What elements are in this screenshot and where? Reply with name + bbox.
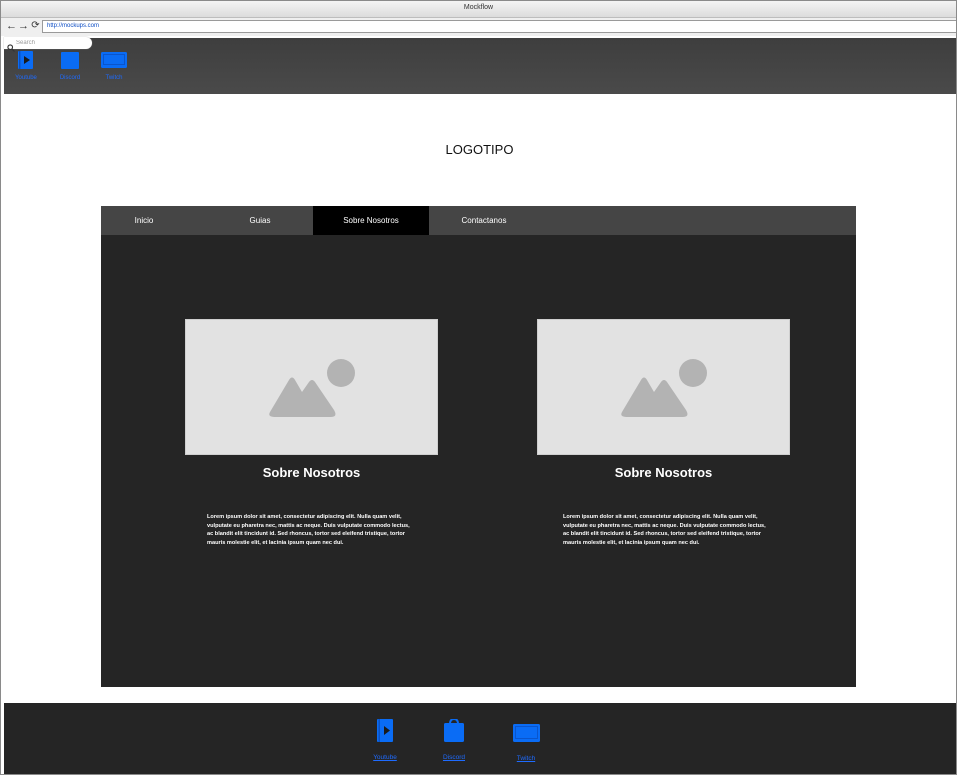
- back-arrow-icon[interactable]: ←: [6, 20, 17, 32]
- about-card: Sobre Nosotros Lorem ipsum dolor sit ame…: [185, 319, 438, 546]
- search-box[interactable]: [4, 37, 92, 52]
- card-text: Lorem ipsum dolor sit amet, consectetur …: [563, 514, 766, 546]
- card-title: Sobre Nosotros: [262, 465, 361, 480]
- footer-link-label: Twitch: [516, 755, 536, 762]
- top-icon-bar: Youtube Discord Twitch: [4, 37, 956, 94]
- discord-icon: [439, 717, 469, 744]
- image-placeholder: [537, 319, 790, 455]
- window-title: Mockflow: [463, 4, 494, 11]
- twitch-icon: [99, 51, 129, 71]
- tab-contactanos[interactable]: Contactanos: [429, 206, 539, 235]
- top-link-youtube[interactable]: Youtube: [11, 51, 41, 81]
- card-title: Sobre Nosotros: [614, 465, 713, 480]
- footer-link-youtube[interactable]: Youtube: [370, 719, 400, 761]
- youtube-icon: [370, 719, 400, 744]
- top-link-label: Discord: [59, 75, 81, 81]
- search-input[interactable]: [16, 38, 86, 48]
- tab-guias[interactable]: Guias: [211, 206, 309, 235]
- about-card: Sobre Nosotros Lorem ipsum dolor sit ame…: [537, 319, 790, 546]
- top-link-discord[interactable]: Discord: [55, 51, 85, 81]
- tab-inicio[interactable]: Inicio: [101, 206, 187, 235]
- top-link-label: Youtube: [15, 75, 37, 81]
- discord-icon: [55, 51, 85, 71]
- forward-arrow-icon[interactable]: →: [18, 20, 29, 32]
- card-text: Lorem ipsum dolor sit amet, consectetur …: [207, 514, 410, 546]
- main-nav: Inicio Guias Sobre Nosotros Contactanos: [101, 206, 856, 235]
- twitch-icon: [509, 723, 543, 745]
- image-placeholder: [185, 319, 438, 455]
- content-panel: Inicio Guias Sobre Nosotros Contactanos …: [101, 206, 856, 687]
- footer-link-discord[interactable]: Discord: [439, 717, 469, 761]
- url-field[interactable]: http://mockups.com: [42, 20, 956, 33]
- site-logo[interactable]: LOGOTIPO: [1, 142, 956, 157]
- youtube-icon: [11, 51, 41, 71]
- browser-window: Mockflow ← → ⟳ http://mockups.com Youtub…: [0, 0, 957, 775]
- footer: Youtube Discord Twitch: [4, 703, 956, 774]
- tab-sobre-nosotros[interactable]: Sobre Nosotros: [313, 206, 429, 235]
- footer-link-label: Youtube: [373, 754, 397, 761]
- footer-link-label: Discord: [442, 754, 466, 761]
- top-link-twitch[interactable]: Twitch: [99, 51, 129, 81]
- reload-icon[interactable]: ⟳: [30, 20, 41, 32]
- window-titlebar: Mockflow: [1, 1, 956, 18]
- address-bar: ← → ⟳ http://mockups.com: [1, 18, 956, 36]
- footer-link-twitch[interactable]: Twitch: [509, 723, 543, 762]
- top-link-label: Twitch: [105, 75, 123, 81]
